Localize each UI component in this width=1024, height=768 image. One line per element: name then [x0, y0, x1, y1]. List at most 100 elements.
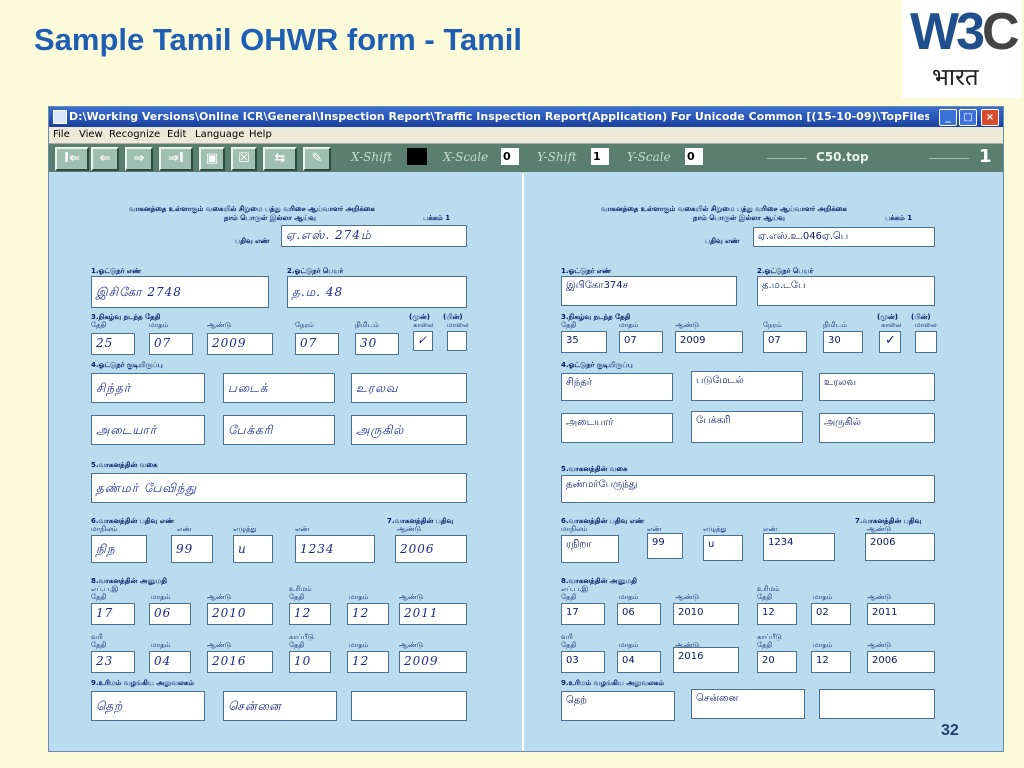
next-page-button[interactable]: ⇒ [125, 147, 153, 171]
driver-name-field[interactable]: த.ம. 48 [287, 276, 467, 308]
state-field[interactable]: நிந [91, 535, 147, 563]
address-field-4[interactable]: அடையார் [561, 413, 673, 443]
am-checkbox[interactable]: ✓ [413, 331, 433, 351]
hour-field[interactable]: 07 [295, 333, 339, 355]
license-day-field[interactable]: 12 [289, 603, 331, 625]
license-month-field[interactable]: 12 [347, 603, 389, 625]
menu-help[interactable]: Help [249, 127, 272, 143]
digits-field[interactable]: 1234 [295, 535, 375, 563]
driver-number-field[interactable]: இபிகோ374ச [561, 276, 737, 306]
insurance-day-field[interactable]: 20 [757, 651, 797, 673]
hour-field[interactable]: 07 [763, 331, 807, 353]
issuing-office-field-2[interactable]: சென்னை [223, 691, 337, 721]
insurance-month-field[interactable]: 12 [347, 651, 389, 673]
menu-view[interactable]: View [79, 127, 103, 143]
edit-pen-button[interactable]: ✎ [303, 147, 331, 171]
address-field-5[interactable]: பேக்கரி [691, 411, 803, 443]
day-field[interactable]: 25 [91, 333, 135, 355]
yshift-input[interactable]: 1 [591, 148, 609, 165]
permit-day-field[interactable]: 17 [561, 603, 605, 625]
number-field[interactable]: 99 [647, 533, 683, 559]
month-field[interactable]: 07 [619, 331, 663, 353]
permit-day-field[interactable]: 17 [91, 603, 135, 625]
xscale-input[interactable]: 0 [501, 148, 519, 165]
pm-checkbox[interactable] [447, 331, 467, 351]
permit-year-field[interactable]: 2010 [207, 603, 273, 625]
reg-year-field[interactable]: 2006 [865, 533, 935, 561]
issuing-office-field-3[interactable] [351, 691, 467, 721]
am-checkbox[interactable]: ✓ [879, 331, 901, 353]
insurance-month-field[interactable]: 12 [811, 651, 851, 673]
issuing-office-field-3[interactable] [819, 689, 935, 719]
vehicle-type-field[interactable]: தண்மர் பேவிந்து [91, 473, 467, 503]
last-page-button[interactable]: ⇒I [159, 147, 193, 171]
close-button[interactable]: × [981, 109, 999, 126]
registration-field[interactable]: ஏ.எஸ். 274ம் [281, 225, 467, 247]
previous-page-button[interactable]: ⇐ [91, 147, 119, 171]
tax-month-field[interactable]: 04 [617, 651, 661, 673]
tax-day-field[interactable]: 03 [561, 651, 605, 673]
driver-number-field[interactable]: இசிகோ 2748 [91, 276, 269, 308]
swap-button[interactable]: ⇆ [263, 147, 297, 171]
menu-edit[interactable]: Edit [167, 127, 186, 143]
insurance-year-field[interactable]: 2006 [867, 651, 935, 673]
address-field-2[interactable]: படுமேடல் [691, 371, 803, 401]
permit-month-field[interactable]: 06 [149, 603, 191, 625]
day-field[interactable]: 35 [561, 331, 607, 353]
minute-field[interactable]: 30 [823, 331, 863, 353]
maximize-button[interactable]: □ [959, 109, 977, 126]
tax-month-field[interactable]: 04 [149, 651, 191, 673]
save-button[interactable]: ▣ [199, 147, 225, 171]
month-field[interactable]: 07 [149, 333, 193, 355]
issuing-office-field-1[interactable]: தெற் [561, 691, 675, 721]
insurance-year-field[interactable]: 2009 [399, 651, 467, 673]
permit-year-field[interactable]: 2010 [673, 603, 739, 625]
xshift-label: X-Shift [351, 150, 393, 164]
menu-language[interactable]: Language [195, 127, 244, 143]
address-field-3[interactable]: உரலவ [819, 373, 935, 401]
slide-page-number: 32 [941, 722, 959, 739]
license-year-field[interactable]: 2011 [399, 603, 467, 625]
clear-button[interactable]: ☒ [231, 147, 257, 171]
digits-label: எண் [295, 525, 310, 533]
address-field-3[interactable]: உரலவ [351, 373, 467, 403]
registration-field[interactable]: ஏ.எஸ்.உ.046ஏ.பெ [753, 227, 935, 247]
letter-field[interactable]: u [233, 535, 273, 563]
license-day-field[interactable]: 12 [757, 603, 797, 625]
insurance-day-field[interactable]: 10 [289, 651, 331, 673]
yscale-input[interactable]: 0 [685, 148, 703, 165]
license-month-field[interactable]: 02 [811, 603, 851, 625]
tax-day-field[interactable]: 23 [91, 651, 135, 673]
permit-month-field[interactable]: 06 [617, 603, 661, 625]
address-field-6[interactable]: அருகில் [819, 413, 935, 443]
menu-recognize[interactable]: Recognize [109, 127, 160, 143]
digits-field[interactable]: 1234 [763, 533, 835, 561]
number-field[interactable]: 99 [171, 535, 213, 563]
driver-name-field[interactable]: த.ம.டபே [757, 276, 935, 306]
state-field[interactable]: ரநிறா [561, 535, 619, 563]
address-field-6[interactable]: அருகில் [351, 415, 467, 445]
reg-year-field[interactable]: 2006 [395, 535, 467, 563]
issuing-office-field-1[interactable]: தெற் [91, 691, 205, 721]
minimize-button[interactable]: _ [939, 109, 957, 126]
address-field-5[interactable]: பேக்கரி [223, 415, 335, 445]
address-field-1[interactable]: சிந்தர் [561, 373, 673, 401]
issuing-office-field-2[interactable]: சென்னை [691, 689, 805, 719]
address-field-1[interactable]: சிந்தர் [91, 373, 205, 403]
first-page-button[interactable]: I⇐ [55, 147, 89, 171]
minute-field[interactable]: 30 [355, 333, 399, 355]
year-field[interactable]: 2009 [675, 331, 743, 353]
address-field-4[interactable]: அடையார் [91, 415, 205, 445]
letter-field[interactable]: u [703, 535, 743, 561]
address-field-2[interactable]: படைக் [223, 373, 335, 403]
permit-month-label: மாதம் [619, 593, 639, 601]
pm-checkbox[interactable] [915, 331, 937, 353]
permit-day2-label: தேதி [757, 593, 773, 601]
xshift-input[interactable] [407, 148, 427, 165]
year-field[interactable]: 2009 [207, 333, 273, 355]
vehicle-type-field[interactable]: தண்மர்பேருந்து [561, 475, 935, 503]
license-year-field[interactable]: 2011 [867, 603, 935, 625]
tax-year-field[interactable]: 2016 [207, 651, 273, 673]
menu-file[interactable]: File [53, 127, 70, 143]
tax-year-field[interactable]: 2016 [673, 647, 739, 673]
